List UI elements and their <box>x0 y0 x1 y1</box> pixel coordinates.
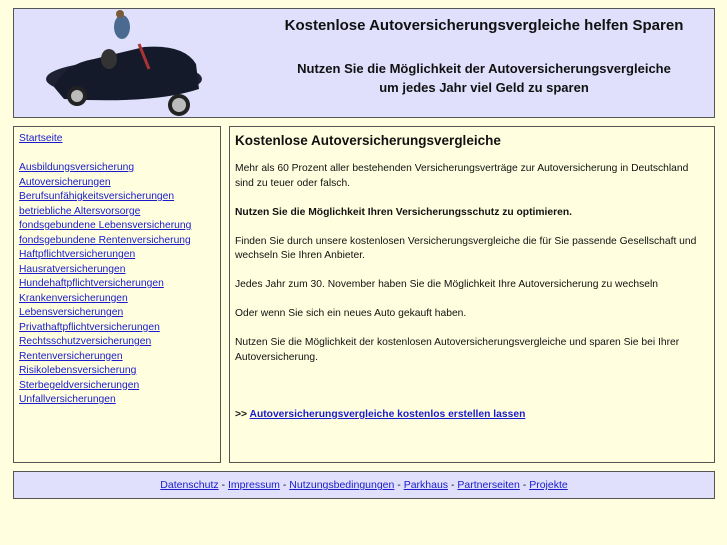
subtitle-line: um jedes Jahr viel Geld zu sparen <box>379 80 589 95</box>
sidebar-link[interactable]: Berufsunfähigkeitsversicherungen <box>19 190 215 205</box>
sidebar-link[interactable]: Rentenversicherungen <box>19 350 215 365</box>
footer: Datenschutz - Impressum - Nutzungsbeding… <box>13 471 715 499</box>
header-subtitle: Nutzen Sie die Möglichkeit der Autoversi… <box>264 59 704 97</box>
sidebar-link[interactable]: Risikolebensversicherung <box>19 364 215 379</box>
footer-link[interactable]: Projekte <box>529 479 568 491</box>
page-title: Kostenlose Autoversicherungsvergleiche h… <box>284 17 684 34</box>
footer-link[interactable]: Datenschutz <box>160 479 218 491</box>
sidebar-nav: Startseite Ausbildungsversicherung Autove… <box>13 126 221 463</box>
subtitle-line: Nutzen Sie die Möglichkeit der Autoversi… <box>297 61 671 76</box>
paragraph: Mehr als 60 Prozent aller bestehenden Ve… <box>235 163 689 189</box>
sidebar-link[interactable]: Hausratversicherungen <box>19 263 215 278</box>
sidebar-link-startseite[interactable]: Startseite <box>19 132 215 147</box>
footer-separator: - <box>218 479 228 491</box>
sidebar-link[interactable]: Unfallversicherungen <box>19 393 215 408</box>
footer-separator: - <box>394 479 404 491</box>
cta-line: >> Autoversicherungsvergleiche kostenlos… <box>235 408 709 423</box>
footer-link[interactable]: Parkhaus <box>404 479 448 491</box>
footer-link[interactable]: Nutzungsbedingungen <box>289 479 394 491</box>
paragraph-bold: Nutzen Sie die Möglichkeit Ihren Versich… <box>235 206 573 218</box>
sidebar-list: Ausbildungsversicherung Autoversicherunge… <box>19 161 215 408</box>
footer-link[interactable]: Partnerseiten <box>457 479 519 491</box>
paragraph: Nutzen Sie die Möglichkeit der kostenlos… <box>235 337 680 363</box>
sidebar-link[interactable]: betriebliche Altersvorsorge <box>19 205 215 220</box>
paragraph: Finden Sie durch unsere kostenlosen Vers… <box>235 235 697 262</box>
sidebar-link[interactable]: Autoversicherungen <box>19 176 215 191</box>
sidebar-link[interactable]: Ausbildungsversicherung <box>19 161 215 176</box>
main-content: Kostenlose Autoversicherungsvergleiche M… <box>229 126 715 463</box>
cta-link[interactable]: Autoversicherungsvergleiche kostenlos er… <box>250 409 526 420</box>
sidebar-link[interactable]: Sterbegeldversicherungen <box>19 379 215 394</box>
footer-link[interactable]: Impressum <box>228 479 280 491</box>
sidebar-link[interactable]: Haftpflichtversicherungen <box>19 248 215 263</box>
convertible-car-image <box>46 10 202 116</box>
sidebar-link[interactable]: Lebensversicherungen <box>19 306 215 321</box>
sidebar-link[interactable]: Krankenversicherungen <box>19 292 215 307</box>
sidebar-link[interactable]: fondsgebundene Rentenversicherung <box>19 234 215 249</box>
paragraph: Oder wenn Sie sich ein neues Auto gekauf… <box>235 308 467 319</box>
cta-prefix: >> <box>235 409 248 420</box>
footer-separator: - <box>448 479 458 491</box>
header-banner: Kostenlose Autoversicherungsvergleiche h… <box>13 8 715 118</box>
paragraph: Jedes Jahr zum 30. November haben Sie di… <box>235 279 658 290</box>
content-heading: Kostenlose Autoversicherungsvergleiche <box>235 133 501 148</box>
footer-separator: - <box>279 479 290 491</box>
footer-separator: - <box>519 479 530 491</box>
sidebar-link[interactable]: fondsgebundene Lebensversicherung <box>19 219 215 234</box>
sidebar-link[interactable]: Hundehaftpflichtversicherungen <box>19 277 215 292</box>
sidebar-link[interactable]: Privathaftpflichtversicherungen <box>19 321 215 336</box>
sidebar-link[interactable]: Rechtsschutzversicherungen <box>19 335 215 350</box>
